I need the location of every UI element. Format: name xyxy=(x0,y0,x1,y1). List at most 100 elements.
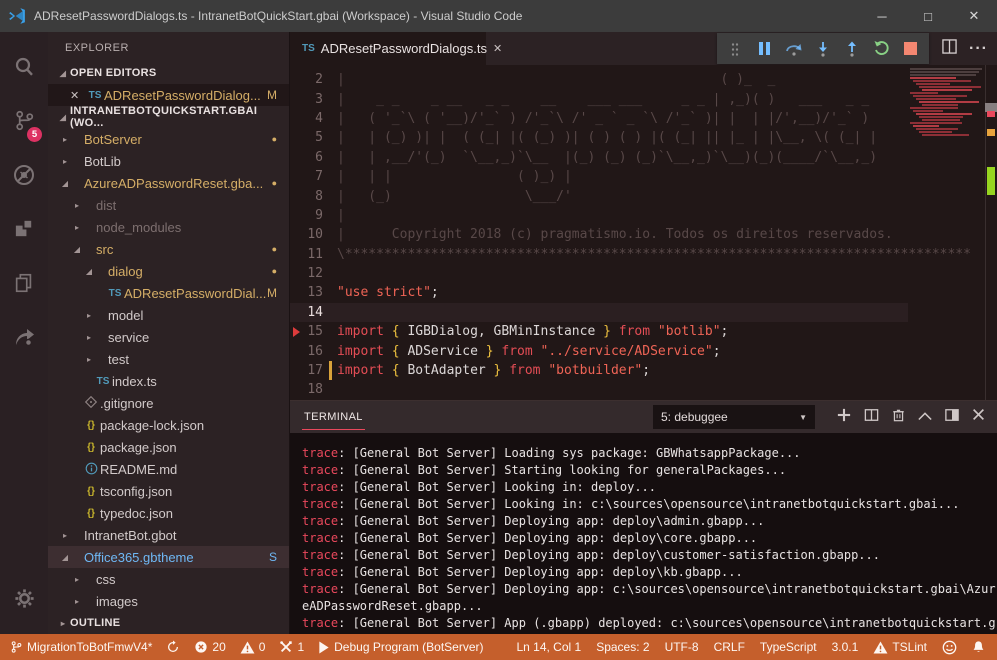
activity-debug-icon[interactable] xyxy=(0,150,48,204)
open-editor-item[interactable]: ✕ TS ADResetPasswordDialog... M xyxy=(48,84,289,106)
item-label: service xyxy=(108,330,149,345)
folder-item-src[interactable]: ◢src● xyxy=(48,238,289,260)
code-line-17: 17import { BotAdapter } from "botbuilder… xyxy=(290,361,908,380)
file-item-.gitignore[interactable]: .gitignore xyxy=(48,392,289,414)
file-tree: ▸BotServer●▸BotLib◢AzureADPasswordReset.… xyxy=(48,128,289,612)
code-line-6: 6| | ,__/'(_) `\__,_)`\__ |(_) (_) (_)`\… xyxy=(290,148,908,167)
statusbar-tslint-status[interactable]: TSLint xyxy=(873,640,927,654)
close-editor-icon[interactable]: ✕ xyxy=(70,89,86,102)
activity-extensions-icon[interactable] xyxy=(0,204,48,258)
activity-documents-icon[interactable] xyxy=(0,258,48,312)
step-over-icon[interactable] xyxy=(783,38,805,60)
statusbar-errors-count[interactable]: 20 xyxy=(194,640,225,654)
drag-grip[interactable] xyxy=(724,38,746,60)
folder-item-office365.gbtheme[interactable]: ◢Office365.gbthemeS xyxy=(48,546,289,568)
twistie-collapsed-icon: ▸ xyxy=(70,597,84,606)
activity-settings-gear-icon[interactable] xyxy=(0,574,48,628)
file-item-package.json[interactable]: {}package.json xyxy=(48,436,289,458)
typescript-file-icon: TS xyxy=(94,376,112,387)
file-item-package-lock.json[interactable]: {}package-lock.json xyxy=(48,414,289,436)
folder-item-images[interactable]: ▸images xyxy=(48,590,289,612)
twistie-collapsed-icon: ▸ xyxy=(82,333,96,342)
move-panel-icon[interactable] xyxy=(945,408,959,427)
statusbar-language-mode[interactable]: TypeScript xyxy=(760,640,817,654)
tab-close-icon[interactable]: ✕ xyxy=(493,42,502,55)
line-number: 14 xyxy=(290,305,337,320)
activity-source-control-icon[interactable]: 5 xyxy=(0,96,48,150)
file-item-adresetpassworddial...[interactable]: TSADResetPasswordDial...M xyxy=(48,282,289,304)
outline-section-header[interactable]: ▸ OUTLINE xyxy=(48,612,289,634)
statusbar-ts-version[interactable]: 3.0.1 xyxy=(832,640,859,654)
minimap[interactable] xyxy=(908,67,985,136)
split-editor-icon[interactable] xyxy=(942,39,957,59)
folder-item-intranetbot.gbot[interactable]: ▸IntranetBot.gbot xyxy=(48,524,289,546)
maximize-button[interactable]: □ xyxy=(905,0,951,32)
step-out-icon[interactable] xyxy=(841,38,863,60)
git-file-icon xyxy=(82,396,100,410)
folder-item-botserver[interactable]: ▸BotServer● xyxy=(48,128,289,150)
item-label: BotServer xyxy=(84,132,142,147)
close-panel-icon[interactable] xyxy=(972,408,985,426)
folder-item-model[interactable]: ▸model xyxy=(48,304,289,326)
folder-item-test[interactable]: ▸test xyxy=(48,348,289,370)
item-label: model xyxy=(108,308,143,323)
statusbar-debug-launch-status[interactable]: Debug Program (BotServer) xyxy=(318,640,483,654)
file-item-typedoc.json[interactable]: {}typedoc.json xyxy=(48,502,289,524)
new-terminal-icon[interactable] xyxy=(837,408,851,427)
code-line-3: 3| _ _ _ __ _ _ __ ___ ___ _ _ | ,_)( ) … xyxy=(290,89,908,108)
statusbar-feedback-smiley[interactable] xyxy=(942,640,957,655)
statusbar-eol[interactable]: CRLF xyxy=(714,640,745,654)
statusbar-warnings-count[interactable]: 0 xyxy=(240,640,266,654)
activity-share-icon[interactable] xyxy=(0,312,48,366)
statusbar-sync-status[interactable] xyxy=(166,640,180,654)
open-editors-header[interactable]: ◢ OPEN EDITORS xyxy=(48,62,289,84)
activity-bar: 5 xyxy=(0,32,48,634)
more-actions-icon[interactable]: ··· xyxy=(969,40,988,58)
pause-icon[interactable] xyxy=(754,38,776,60)
close-button[interactable]: ✕ xyxy=(951,0,997,32)
git-status-badge: M xyxy=(267,286,277,300)
folder-item-azureadpasswordreset.gba...[interactable]: ◢AzureADPasswordReset.gba...● xyxy=(48,172,289,194)
line-number: 11 xyxy=(290,247,337,262)
twistie-collapsed-icon: ▸ xyxy=(70,575,84,584)
statusbar-notifications-bell[interactable] xyxy=(972,640,985,654)
statusbar-indentation[interactable]: Spaces: 2 xyxy=(596,640,649,654)
maximize-panel-icon[interactable] xyxy=(918,408,932,426)
file-item-tsconfig.json[interactable]: {}tsconfig.json xyxy=(48,480,289,502)
activity-search-icon[interactable] xyxy=(0,42,48,96)
statusbar-encoding[interactable]: UTF-8 xyxy=(665,640,699,654)
minimize-button[interactable]: ─ xyxy=(859,0,905,32)
tab-adresetpassworddialogs[interactable]: TS ADResetPasswordDialogs.ts ✕ xyxy=(290,32,486,65)
window-title: ADResetPasswordDialogs.ts - IntranetBotQ… xyxy=(34,9,522,23)
tab-terminal[interactable]: TERMINAL xyxy=(302,404,365,430)
folder-item-service[interactable]: ▸ service xyxy=(48,326,289,348)
stop-icon[interactable] xyxy=(900,38,922,60)
folder-item-node-modules[interactable]: ▸node_modules xyxy=(48,216,289,238)
code-line-12: 12 xyxy=(290,264,908,283)
statusbar-cursor-position[interactable]: Ln 14, Col 1 xyxy=(516,640,581,654)
folder-item-dist[interactable]: ▸dist xyxy=(48,194,289,216)
split-terminal-icon[interactable] xyxy=(864,408,879,427)
folder-item-dialog[interactable]: ◢dialog● xyxy=(48,260,289,282)
terminal-select[interactable]: 5: debuggee ▼ xyxy=(653,405,815,429)
statusbar-git-branch-status[interactable]: MigrationToBotFmwV4* xyxy=(10,640,152,654)
twistie-collapsed-icon: ▸ xyxy=(58,531,72,540)
line-number: 5 xyxy=(290,130,337,145)
statusbar-tasks-count[interactable]: 1 xyxy=(279,640,304,654)
file-item-readme.md[interactable]: README.md xyxy=(48,458,289,480)
modified-line-indicator xyxy=(329,361,332,380)
folder-item-botlib[interactable]: ▸BotLib xyxy=(48,150,289,172)
twistie-collapsed-icon: ▸ xyxy=(58,157,72,166)
folder-item-css[interactable]: ▸css xyxy=(48,568,289,590)
workspace-section-header[interactable]: ◢ INTRANETBOTQUICKSTART.GBAI (WO... xyxy=(48,106,289,128)
terminal-output[interactable]: trace: [General Bot Server] Loading sys … xyxy=(290,433,997,634)
restart-icon[interactable] xyxy=(871,38,893,60)
status-bar: MigrationToBotFmwV4* 20 01 Debug Program (B… xyxy=(0,634,997,660)
line-number: 13 xyxy=(290,285,337,300)
overview-ruler[interactable] xyxy=(985,65,997,400)
kill-terminal-icon[interactable] xyxy=(892,408,905,427)
code-editor[interactable]: 2| ( )_ _3| _ _ _ __ _ _ __ ___ ___ _ _ … xyxy=(290,65,997,400)
step-into-icon[interactable] xyxy=(812,38,834,60)
file-item-index.ts[interactable]: TSindex.ts xyxy=(48,370,289,392)
modified-marker xyxy=(987,129,995,136)
